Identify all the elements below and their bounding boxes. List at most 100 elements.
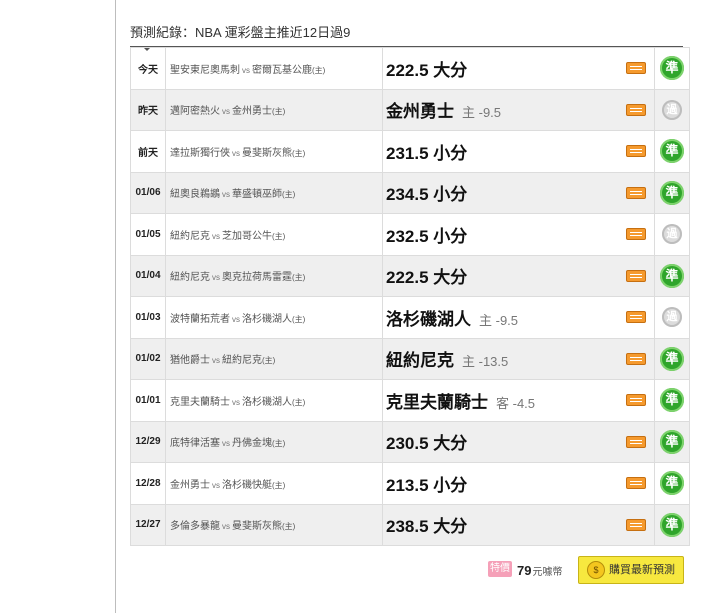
pick-value: 232.5 小分 xyxy=(386,226,468,246)
home-team: 洛杉磯湖人 xyxy=(242,313,292,325)
away-team: 紐奧良鵜鶘 xyxy=(170,189,220,201)
vs-label: vs xyxy=(222,522,230,532)
result-badge: 過 xyxy=(662,99,682,120)
table-row: 12/29 底特律活塞 vs 丹佛金塊(主) 230.5 大分準 xyxy=(130,420,690,463)
row-date: 01/05 xyxy=(130,213,166,256)
result-badge: 準 xyxy=(660,139,684,164)
analysis-note-icon[interactable] xyxy=(626,269,646,282)
row-pick: 232.5 小分 xyxy=(382,213,655,256)
vs-label: vs xyxy=(222,439,230,449)
pick-value: 238.5 大分 xyxy=(386,517,468,537)
analysis-note-icon[interactable] xyxy=(626,145,646,158)
row-matchup[interactable]: 紐約尼克 vs 芝加哥公牛(主) xyxy=(165,213,383,256)
pick-side-line: 主 -13.5 xyxy=(462,354,509,370)
prediction-table: 今天 聖安東尼奧馬刺 vs 密爾瓦基公鹿(主) 222.5 大分準昨天 邁阿密熱火 vs 金州… xyxy=(130,47,690,546)
pick-side-line: 主 -9.5 xyxy=(462,105,502,121)
analysis-note-icon[interactable] xyxy=(626,186,646,199)
home-marker: (主) xyxy=(292,397,306,407)
row-matchup[interactable]: 波特蘭拓荒者 vs 洛杉磯湖人(主) xyxy=(165,296,383,339)
home-team: 丹佛金塊 xyxy=(232,438,272,450)
away-team: 聖安東尼奧馬刺 xyxy=(170,64,240,76)
home-marker: (主) xyxy=(282,190,296,200)
buy-button-label: 購買最新預測 xyxy=(609,564,675,576)
away-team: 達拉斯獨行俠 xyxy=(170,147,230,159)
result-badge: 準 xyxy=(660,180,684,205)
vs-label: vs xyxy=(212,480,220,490)
home-marker: (主) xyxy=(282,522,296,532)
table-row: 前天 達拉斯獨行俠 vs 曼斐斯灰熊(主) 231.5 小分準 xyxy=(130,130,690,173)
result-badge: 準 xyxy=(660,512,684,537)
home-team: 芝加哥公牛 xyxy=(222,230,272,242)
buy-latest-prediction-button[interactable]: $ 購買最新預測 xyxy=(578,556,684,584)
home-team: 曼斐斯灰熊 xyxy=(232,521,282,533)
pick-value: 213.5 小分 xyxy=(386,475,468,495)
pick-value: 紐約尼克 xyxy=(386,351,454,371)
table-row: 01/01 克里夫蘭騎士 vs 洛杉磯湖人(主) 克里夫蘭騎士客 -4.5 準 xyxy=(130,379,690,422)
vs-label: vs xyxy=(232,397,240,407)
row-result: 準 xyxy=(654,420,690,463)
table-row: 昨天 邁阿密熱火 vs 金州勇士(主) 金州勇士主 -9.5 過 xyxy=(130,88,690,131)
row-pick: 克里夫蘭騎士客 -4.5 xyxy=(382,379,655,422)
home-team: 華盛頓巫師 xyxy=(232,189,282,201)
vs-label: vs xyxy=(242,65,250,75)
analysis-note-icon[interactable] xyxy=(626,394,646,407)
row-matchup[interactable]: 多倫多暴龍 vs 曼斐斯灰熊(主) xyxy=(165,503,383,546)
analysis-note-icon[interactable] xyxy=(626,352,646,365)
purchase-footer: 特價 79元噱幣 $ 購買最新預測 xyxy=(488,556,684,585)
coin-icon: $ xyxy=(587,561,605,579)
row-pick: 洛杉磯湖人主 -9.5 xyxy=(382,296,655,339)
result-badge: 準 xyxy=(660,388,684,413)
home-team: 曼斐斯灰熊 xyxy=(242,147,292,159)
prediction-record-title: 預測紀錄：NBA 運彩盤主推近12日過9 xyxy=(130,25,351,40)
away-team: 紐約尼克 xyxy=(170,272,210,284)
row-matchup[interactable]: 紐約尼克 vs 奧克拉荷馬雷霆(主) xyxy=(165,254,383,297)
result-badge: 準 xyxy=(660,56,684,81)
vs-label: vs xyxy=(222,107,230,117)
row-result: 準 xyxy=(654,171,690,214)
row-matchup[interactable]: 達拉斯獨行俠 vs 曼斐斯灰熊(主) xyxy=(165,130,383,173)
home-marker: (主) xyxy=(292,148,306,158)
row-matchup[interactable]: 克里夫蘭騎士 vs 洛杉磯湖人(主) xyxy=(165,379,383,422)
row-matchup[interactable]: 聖安東尼奧馬刺 vs 密爾瓦基公鹿(主) xyxy=(165,47,383,90)
home-team: 金州勇士 xyxy=(232,106,272,118)
away-team: 邁阿密熱火 xyxy=(170,106,220,118)
analysis-note-icon[interactable] xyxy=(626,518,646,531)
row-matchup[interactable]: 金州勇士 vs 洛杉磯快艇(主) xyxy=(165,462,383,505)
row-result: 過 xyxy=(654,296,690,339)
row-pick: 230.5 大分 xyxy=(382,420,655,463)
price-value: 79 xyxy=(517,563,532,578)
row-date: 01/03 xyxy=(130,296,166,339)
analysis-note-icon[interactable] xyxy=(626,62,646,75)
analysis-note-icon[interactable] xyxy=(626,477,646,490)
row-matchup[interactable]: 紐奧良鵜鶘 vs 華盛頓巫師(主) xyxy=(165,171,383,214)
row-matchup[interactable]: 底特律活塞 vs 丹佛金塊(主) xyxy=(165,420,383,463)
row-matchup[interactable]: 邁阿密熱火 vs 金州勇士(主) xyxy=(165,88,383,131)
away-team: 猶他爵士 xyxy=(170,355,210,367)
pick-side-line: 客 -4.5 xyxy=(496,395,536,411)
home-team: 洛杉磯湖人 xyxy=(242,396,292,408)
home-team: 密爾瓦基公鹿 xyxy=(252,64,312,76)
pick-value: 230.5 大分 xyxy=(386,434,468,454)
row-date: 前天 xyxy=(130,130,166,173)
analysis-note-icon[interactable] xyxy=(626,103,646,116)
pick-side-line: 主 -9.5 xyxy=(479,312,519,328)
away-team: 多倫多暴龍 xyxy=(170,521,220,533)
table-row: 01/03 波特蘭拓荒者 vs 洛杉磯湖人(主) 洛杉磯湖人主 -9.5 過 xyxy=(130,296,690,339)
vs-label: vs xyxy=(212,356,220,366)
table-row: 12/27 多倫多暴龍 vs 曼斐斯灰熊(主) 238.5 大分準 xyxy=(130,503,690,546)
away-team: 金州勇士 xyxy=(170,479,210,491)
analysis-note-icon[interactable] xyxy=(626,228,646,241)
table-row: 12/28 金州勇士 vs 洛杉磯快艇(主) 213.5 小分準 xyxy=(130,462,690,505)
row-pick: 222.5 大分 xyxy=(382,254,655,297)
row-pick: 金州勇士主 -9.5 xyxy=(382,88,655,131)
pick-value: 234.5 小分 xyxy=(386,185,468,205)
away-team: 紐約尼克 xyxy=(170,230,210,242)
analysis-note-icon[interactable] xyxy=(626,435,646,448)
row-result: 準 xyxy=(654,337,690,380)
row-result: 準 xyxy=(654,47,690,90)
row-date: 昨天 xyxy=(130,88,166,131)
content-left-border xyxy=(115,0,116,613)
result-badge: 過 xyxy=(662,224,682,245)
analysis-note-icon[interactable] xyxy=(626,311,646,324)
row-matchup[interactable]: 猶他爵士 vs 紐約尼克(主) xyxy=(165,337,383,380)
